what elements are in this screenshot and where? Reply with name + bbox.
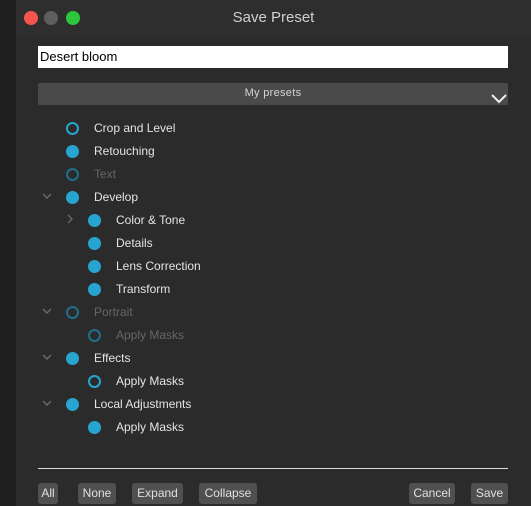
tree-item-label: Apply Masks	[116, 374, 185, 388]
tree-item-local-adjustments[interactable]: Local Adjustments	[16, 395, 496, 415]
cancel-button[interactable]: Cancel	[409, 483, 455, 504]
window-title: Save Preset	[232, 9, 315, 26]
tree-item-crop-and-level[interactable]: Crop and Level	[16, 119, 496, 139]
title-bar: Save Preset	[16, 0, 531, 36]
checkbox-circle-icon[interactable]	[66, 191, 79, 204]
tree-item-label: Develop	[94, 190, 139, 204]
tree-item-portrait-apply-masks: Apply Masks	[16, 326, 496, 346]
chevron-down-icon[interactable]	[42, 352, 52, 362]
tree-item-develop[interactable]: Develop	[16, 188, 496, 208]
tree-item-portrait: Portrait	[16, 303, 496, 323]
chevron-right-icon[interactable]	[65, 214, 75, 224]
tree-item-label: Details	[116, 236, 153, 250]
tree-item-label: Local Adjustments	[94, 397, 192, 411]
tree-item-text: Text	[16, 165, 496, 185]
select-none-button[interactable]: None	[78, 483, 116, 504]
tree-item-label: Effects	[94, 351, 131, 365]
checkbox-circle-icon[interactable]	[66, 352, 79, 365]
chevron-down-icon[interactable]	[42, 191, 52, 201]
tree-item-label: Apply Masks	[116, 420, 185, 434]
checkbox-circle-icon	[66, 306, 79, 319]
checkbox-circle-icon[interactable]	[66, 122, 79, 135]
tree-item-effects-apply-masks[interactable]: Apply Masks	[16, 372, 496, 392]
tree-item-label: Retouching	[94, 144, 155, 158]
tree-item-label: Lens Correction	[116, 259, 201, 273]
tree-item-label: Apply Masks	[116, 328, 185, 342]
tree-item-transform[interactable]: Transform	[16, 280, 496, 300]
checkbox-circle-icon[interactable]	[88, 260, 101, 273]
tree-item-label: Color & Tone	[116, 213, 186, 227]
checkbox-circle-icon[interactable]	[88, 421, 101, 434]
save-preset-dialog: Save Preset My presets Crop and Level Re…	[16, 0, 531, 506]
tree-item-label: Transform	[116, 282, 171, 296]
checkbox-circle-icon[interactable]	[88, 237, 101, 250]
preset-category-select[interactable]: My presets	[38, 83, 508, 105]
tree-item-local-apply-masks[interactable]: Apply Masks	[16, 418, 496, 438]
checkbox-circle-icon[interactable]	[88, 283, 101, 296]
checkbox-circle-icon[interactable]	[88, 214, 101, 227]
checkbox-circle-icon[interactable]	[66, 145, 79, 158]
tree-item-lens-correction[interactable]: Lens Correction	[16, 257, 496, 277]
chevron-down-icon	[491, 94, 507, 104]
tree-item-label: Crop and Level	[94, 121, 176, 135]
collapse-button[interactable]: Collapse	[199, 483, 257, 504]
tree-item-retouching[interactable]: Retouching	[16, 142, 496, 162]
expand-button[interactable]: Expand	[132, 483, 183, 504]
footer-divider	[38, 468, 508, 469]
preset-category-value: My presets	[244, 87, 302, 99]
checkbox-circle-icon[interactable]	[88, 375, 101, 388]
checkbox-circle-icon	[66, 168, 79, 181]
select-all-button[interactable]: All	[38, 483, 58, 504]
preset-name-input[interactable]	[38, 46, 508, 68]
tree-item-details[interactable]: Details	[16, 234, 496, 254]
tree-item-color-and-tone[interactable]: Color & Tone	[16, 211, 496, 231]
chevron-down-icon[interactable]	[42, 306, 52, 316]
checkbox-circle-icon	[88, 329, 101, 342]
chevron-down-icon[interactable]	[42, 398, 52, 408]
tree-item-label: Portrait	[94, 305, 133, 319]
checkbox-circle-icon[interactable]	[66, 398, 79, 411]
tree-item-label: Text	[94, 167, 117, 181]
tree-item-effects[interactable]: Effects	[16, 349, 496, 369]
save-button[interactable]: Save	[471, 483, 508, 504]
